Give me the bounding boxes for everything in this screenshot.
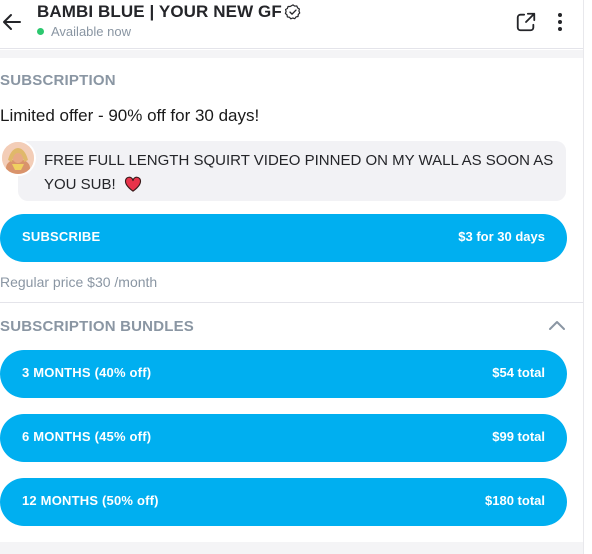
bundle-button-3-months[interactable]: 3 MONTHS (40% off) $54 total [0, 350, 567, 398]
heart-icon [124, 176, 141, 192]
bundle-label: 12 MONTHS (50% off) [22, 493, 159, 508]
subscription-page: BAMBI BLUE | YOUR NEW GF Available now S… [0, 0, 592, 554]
profile-name: BAMBI BLUE | YOUR NEW GF [37, 2, 282, 21]
bundle-button-12-months[interactable]: 12 MONTHS (50% off) $180 total [0, 478, 567, 526]
subscribe-button[interactable]: SUBSCRIBE $3 for 30 days [0, 214, 567, 262]
section-gap [0, 542, 583, 554]
subscription-section-label: SUBSCRIPTION [0, 72, 116, 89]
back-arrow-icon[interactable] [0, 10, 24, 34]
verified-icon [284, 4, 301, 20]
profile-title[interactable]: BAMBI BLUE | YOUR NEW GF [37, 2, 302, 22]
promo-message: FREE FULL LENGTH SQUIRT VIDEO PINNED ON … [44, 149, 560, 197]
column-border [583, 0, 584, 554]
bundle-price: $99 total [492, 429, 545, 444]
promo-message-text: FREE FULL LENGTH SQUIRT VIDEO PINNED ON … [44, 152, 554, 193]
share-icon[interactable] [515, 11, 537, 33]
online-dot-icon [37, 28, 44, 35]
divider [0, 302, 583, 303]
chevron-up-icon[interactable] [548, 318, 566, 332]
regular-price: Regular price $30 /month [0, 274, 158, 290]
subscribe-price: $3 for 30 days [458, 229, 545, 244]
bundles-section-label: SUBSCRIPTION BUNDLES [0, 318, 195, 335]
section-gap [0, 50, 583, 58]
bundle-price: $54 total [492, 365, 545, 380]
bundle-price: $180 total [485, 493, 545, 508]
bundle-label: 3 MONTHS (40% off) [22, 365, 152, 380]
avatar-image [2, 142, 34, 174]
availability-text: Available now [51, 24, 131, 39]
offer-title: Limited offer - 90% off for 30 days! [0, 106, 260, 125]
subscribe-label: SUBSCRIBE [22, 229, 101, 244]
more-vertical-icon[interactable] [552, 11, 568, 33]
bundle-button-6-months[interactable]: 6 MONTHS (45% off) $99 total [0, 414, 567, 462]
profile-header: BAMBI BLUE | YOUR NEW GF Available now [0, 0, 583, 49]
availability-status: Available now [37, 24, 131, 39]
avatar[interactable] [0, 140, 36, 176]
bundle-label: 6 MONTHS (45% off) [22, 429, 152, 444]
